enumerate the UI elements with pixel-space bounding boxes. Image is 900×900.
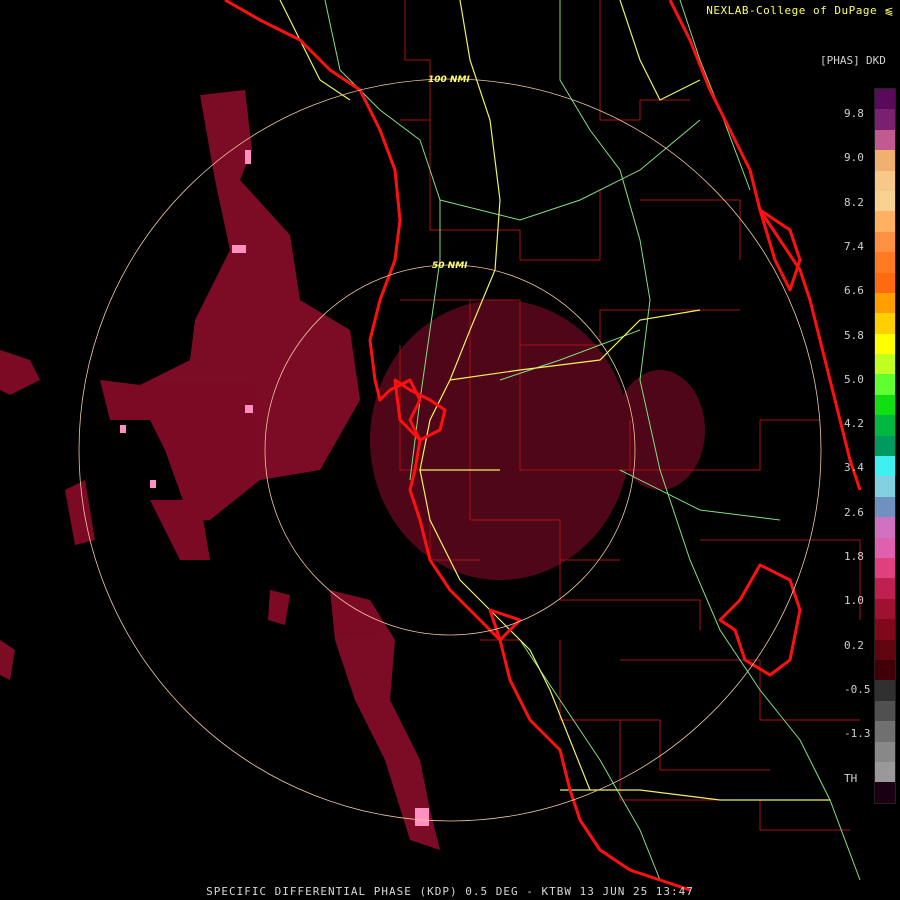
legend-color-step xyxy=(875,476,895,497)
legend-color-step xyxy=(875,150,895,171)
legend-color-step xyxy=(875,537,895,558)
legend-tick-label: 1.8 xyxy=(844,550,864,563)
legend-color-step xyxy=(875,394,895,416)
legend-tick-label: 5.0 xyxy=(844,372,864,386)
legend-color-step xyxy=(875,333,895,355)
legend-color-step xyxy=(875,496,895,518)
legend-color-step xyxy=(875,211,895,232)
color-legend: [PHAS] DKD 9.8 9.0 8.2 7.4 6.6 5.8 5.0 4.2 3.4 2.… xyxy=(820,52,900,812)
legend-tick-label: 9.8 xyxy=(844,107,864,120)
legend-tick-label: 1.0 xyxy=(844,594,864,608)
legend-color-step xyxy=(875,415,895,436)
legend-tick-label: -1.3 xyxy=(844,727,871,741)
legend-tick-label: -0.5 xyxy=(844,682,871,696)
legend-color-step xyxy=(875,619,895,640)
legend-tick-label: 4.2 xyxy=(844,417,864,431)
logo-icon: ⫹ xyxy=(884,4,894,17)
legend-color-step xyxy=(875,231,895,253)
legend-unit: [PHAS] xyxy=(820,54,860,67)
legend-color-step xyxy=(875,272,895,293)
credit-text: NEXLAB-College of DuPage xyxy=(706,4,878,17)
legend-color-step xyxy=(875,292,895,314)
legend-color-step xyxy=(875,170,895,191)
legend-color-step xyxy=(875,354,895,375)
legend-color-step xyxy=(875,598,895,620)
legend-color-step xyxy=(875,578,895,599)
legend-color-step xyxy=(875,89,895,110)
legend-color-step xyxy=(875,700,895,722)
legend-color-step xyxy=(875,190,895,212)
legend-tick-label: 5.8 xyxy=(844,328,864,342)
legend-tick-label: 9.0 xyxy=(844,151,864,165)
legend-color-step xyxy=(875,252,895,273)
legend-color-bar xyxy=(874,88,896,804)
legend-color-step xyxy=(875,313,895,334)
legend-color-step xyxy=(875,557,895,579)
legend-color-step xyxy=(875,517,895,538)
legend-color-step xyxy=(875,374,895,395)
legend-tick-label: 3.4 xyxy=(844,461,864,475)
legend-color-step xyxy=(875,782,895,803)
legend-color-step xyxy=(875,129,895,151)
legend-tick-label: TH xyxy=(844,771,858,785)
product-caption: SPECIFIC DIFFERENTIAL PHASE (KDP) 0.5 DE… xyxy=(206,885,694,898)
legend-color-step xyxy=(875,109,895,130)
credit-label: NEXLAB-College of DuPage ⫹ xyxy=(706,4,894,17)
legend-color-step xyxy=(875,761,895,783)
legend-tick-label: 0.2 xyxy=(844,638,864,652)
legend-tick-label: 2.6 xyxy=(844,505,864,519)
legend-color-step xyxy=(875,741,895,762)
legend-tick-label: 7.4 xyxy=(844,239,864,253)
radar-map: 50 NMI 100 NMI xyxy=(0,0,862,892)
radar-display: 50 NMI 100 NMI NEXLAB-College of DuPage … xyxy=(0,0,900,900)
range-ring-100-label: 100 NMI xyxy=(428,75,470,85)
legend-color-step xyxy=(875,639,895,660)
legend-color-step xyxy=(875,456,895,477)
legend-color-step xyxy=(875,435,895,457)
legend-tick-label: 6.6 xyxy=(844,284,864,298)
legend-color-step xyxy=(875,659,895,681)
legend-tick-label: 8.2 xyxy=(844,195,864,209)
legend-color-step xyxy=(875,680,895,701)
legend-product: DKD xyxy=(866,54,886,67)
range-ring-50-label: 50 NMI xyxy=(432,261,468,271)
legend-color-step xyxy=(875,721,895,742)
